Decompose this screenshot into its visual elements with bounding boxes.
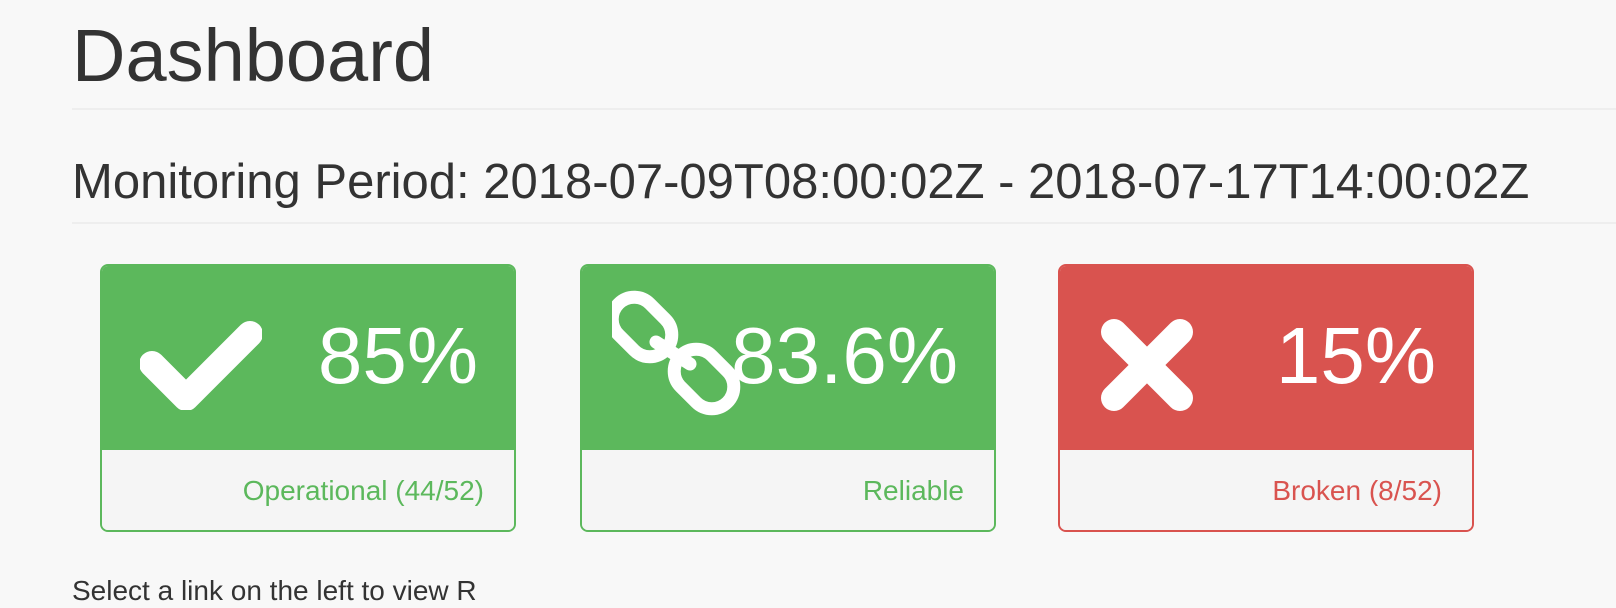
chain-link-icon [612, 290, 741, 416]
page-header: Dashboard [72, 0, 1616, 110]
reliable-panel[interactable]: 83.6% Reliable [580, 264, 996, 532]
broken-panel-footer[interactable]: Broken (8/52) [1060, 450, 1472, 530]
reliable-percentage: 83.6% [731, 311, 958, 400]
monitoring-period-text: Monitoring Period: 2018-07-09T08:00:02Z … [72, 155, 1530, 209]
operational-panel-heading: 85% [102, 266, 514, 452]
reliable-panel-heading: 83.6% [582, 266, 994, 452]
operational-footer-label: Operational (44/52) [242, 475, 484, 506]
checkmark-icon [140, 321, 262, 410]
monitoring-period-header: Monitoring Period: 2018-07-09T08:00:02Z … [72, 108, 1616, 224]
instruction-text: Select a link on the left to view R [72, 575, 477, 606]
broken-panel[interactable]: 15% Broken (8/52) [1058, 264, 1474, 532]
reliable-panel-footer[interactable]: Reliable [582, 450, 994, 530]
reliable-footer-label: Reliable [862, 475, 964, 506]
broken-footer-label: Broken (8/52) [1272, 475, 1442, 506]
operational-panel[interactable]: 85% Operational (44/52) [100, 264, 516, 532]
cross-icon [1101, 319, 1193, 411]
operational-percentage: 85% [317, 311, 478, 400]
broken-percentage: 15% [1275, 311, 1436, 400]
broken-panel-heading: 15% [1060, 266, 1472, 452]
page-title: Dashboard [72, 14, 435, 97]
operational-panel-footer[interactable]: Operational (44/52) [102, 450, 514, 530]
